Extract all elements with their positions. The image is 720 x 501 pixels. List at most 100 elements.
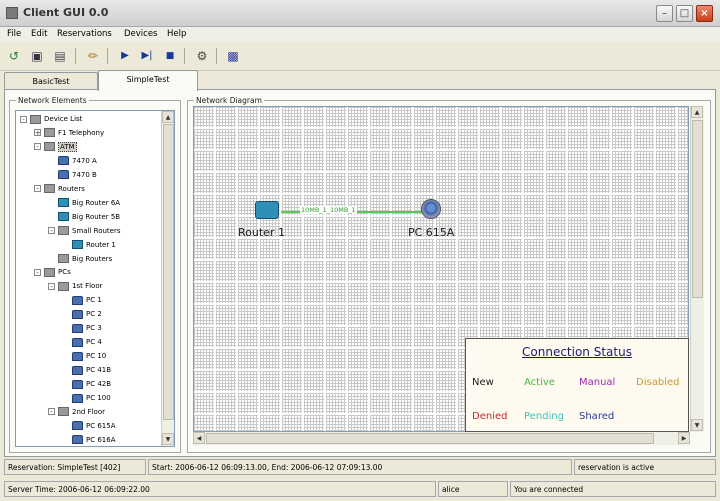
tree-scrollbar[interactable]: ▲ ▼ [161, 111, 174, 446]
legend-title: Connection Status [522, 345, 632, 359]
pc-icon [72, 421, 83, 431]
tree-node[interactable]: Big Router 5B [48, 211, 120, 224]
network-tool-icon[interactable]: ⚙ [193, 47, 211, 65]
tree-node-label: Device List [44, 115, 83, 123]
tree-node[interactable]: 7470 A [48, 155, 97, 168]
pc-icon [72, 365, 83, 375]
menu-file[interactable]: File [7, 29, 21, 39]
scroll-down-icon[interactable]: ▼ [162, 433, 174, 445]
tree-node-label: 2nd Floor [72, 407, 105, 416]
tree-node[interactable]: PC 100 [62, 392, 111, 405]
tab-basictest[interactable]: BasicTest [4, 72, 98, 90]
tree-node-label: PC 615A [86, 421, 116, 430]
tree-node-label: Routers [58, 184, 85, 193]
tree-node[interactable]: - 2nd Floor [48, 406, 105, 419]
tree-node[interactable]: - 1st Floor [48, 280, 103, 293]
collapse-icon[interactable]: - [48, 408, 55, 416]
router-icon[interactable] [255, 201, 279, 219]
tree-node[interactable]: PC 616A [62, 434, 115, 446]
save-all-icon[interactable]: ▤ [51, 47, 69, 65]
tree-node[interactable]: - Small Routers [48, 225, 121, 238]
legend-denied: Denied [472, 411, 508, 422]
tree-node[interactable]: Big Routers [48, 253, 112, 266]
tree-node[interactable]: 7470 B [48, 169, 97, 182]
tab-simpletest[interactable]: SimpleTest [98, 70, 198, 91]
pc-icon[interactable] [421, 199, 441, 219]
connect-icon[interactable]: ↺ [5, 47, 23, 65]
tree-node-label: PC 41B [86, 366, 112, 375]
tree-node[interactable]: - Routers [34, 183, 85, 196]
collapse-icon[interactable]: - [48, 227, 55, 235]
tree-node[interactable]: - PCs [34, 266, 71, 279]
diagram-vertical-thumb[interactable] [692, 120, 703, 298]
network-diagram-panel: Network Diagram 10MB_1_10MB_1 Router 1 P… [187, 94, 711, 453]
window-title: Client GUI 0.0 [23, 6, 109, 19]
collapse-icon[interactable]: - [20, 115, 27, 123]
device-tree[interactable]: - Device List + F1 Telephony - ATM 7470 A 7470 … [15, 110, 175, 447]
diagram-horizontal-scrollbar[interactable]: ◀ ▶ [193, 432, 690, 445]
tree-node-label: Big Router 6A [72, 198, 121, 207]
minimize-button[interactable]: – [656, 5, 673, 22]
tree-node-label: 1st Floor [72, 282, 103, 291]
tree-node[interactable]: Big Router 6A [48, 197, 120, 210]
tree-node-label: PC 3 [86, 324, 102, 333]
tree-node[interactable]: Router 1 [62, 239, 116, 252]
tree-node-label: PC 42B [86, 380, 112, 389]
title-bar: Client GUI 0.0 – □ × [0, 0, 720, 27]
tree-node[interactable]: PC 2 [62, 308, 102, 321]
tree-node[interactable]: PC 3 [62, 322, 102, 335]
pc-icon [72, 393, 83, 403]
collapse-icon[interactable]: - [34, 185, 41, 193]
tree-node[interactable]: PC 1 [62, 294, 102, 307]
play-icon[interactable]: ▶ [116, 47, 134, 65]
menu-reservations[interactable]: Reservations [57, 29, 112, 39]
scroll-right-icon[interactable]: ▶ [678, 432, 690, 444]
tree-node[interactable]: PC 615A [62, 420, 115, 433]
reservation-state: reservation is active [574, 459, 716, 475]
tree-node-label: PC 100 [86, 394, 111, 402]
expand-icon[interactable]: + [34, 129, 41, 137]
menu-bar: File Edit Reservations Devices Help [0, 27, 720, 42]
folder-icon [58, 226, 69, 236]
scroll-up-icon[interactable]: ▲ [162, 111, 174, 123]
bar-chart-icon[interactable]: ▩ [224, 47, 242, 65]
maximize-button[interactable]: □ [676, 5, 693, 22]
collapse-icon[interactable]: - [34, 143, 41, 151]
legend-pending: Pending [524, 411, 564, 422]
toolbar-separator [107, 48, 108, 64]
tree-node[interactable]: PC 42B [62, 378, 111, 391]
diagram-horizontal-thumb[interactable] [206, 433, 654, 444]
menu-edit[interactable]: Edit [31, 29, 47, 39]
scroll-up-icon[interactable]: ▲ [691, 106, 703, 118]
tree-node[interactable]: - Device List [20, 113, 82, 126]
tree-node[interactable]: + F1 Telephony [34, 127, 104, 140]
step-icon[interactable]: ▶| [138, 47, 156, 65]
pc-icon [72, 351, 83, 361]
router-icon [58, 198, 69, 208]
collapse-icon[interactable]: - [34, 268, 41, 276]
tree-node[interactable]: - ATM [34, 141, 77, 154]
tree-node[interactable]: PC 10 [62, 350, 106, 363]
scroll-left-icon[interactable]: ◀ [193, 432, 205, 444]
tree-node[interactable]: PC 4 [62, 336, 102, 349]
tab-bar: BasicTest SimpleTest [0, 70, 720, 91]
diagram-vertical-scrollbar[interactable]: ▲ ▼ [690, 106, 704, 432]
pc-icon [58, 156, 69, 166]
reservation-status-bar: Reservation: SimpleTest [402] Start: 200… [4, 459, 716, 475]
toolbar-separator [216, 48, 217, 64]
scroll-down-icon[interactable]: ▼ [691, 419, 703, 431]
folder-icon [44, 142, 55, 152]
menu-devices[interactable]: Devices [124, 29, 158, 39]
connection-status-legend: Connection Status New Active Manual Disa… [465, 338, 689, 432]
tree-node[interactable]: PC 41B [62, 364, 111, 377]
stop-icon[interactable]: ■ [161, 47, 179, 65]
tree-node-label: PC 4 [86, 338, 102, 347]
close-button[interactable]: × [696, 5, 713, 22]
pc-icon [72, 323, 83, 333]
tree-scroll-thumb[interactable] [163, 124, 174, 420]
save-icon[interactable]: ▣ [28, 47, 46, 65]
server-status-bar: Server Time: 2006-06-12 06:09:22.00 alic… [4, 481, 716, 497]
menu-help[interactable]: Help [167, 29, 186, 39]
pencil-icon[interactable]: ✏ [84, 47, 102, 65]
collapse-icon[interactable]: - [48, 282, 55, 290]
